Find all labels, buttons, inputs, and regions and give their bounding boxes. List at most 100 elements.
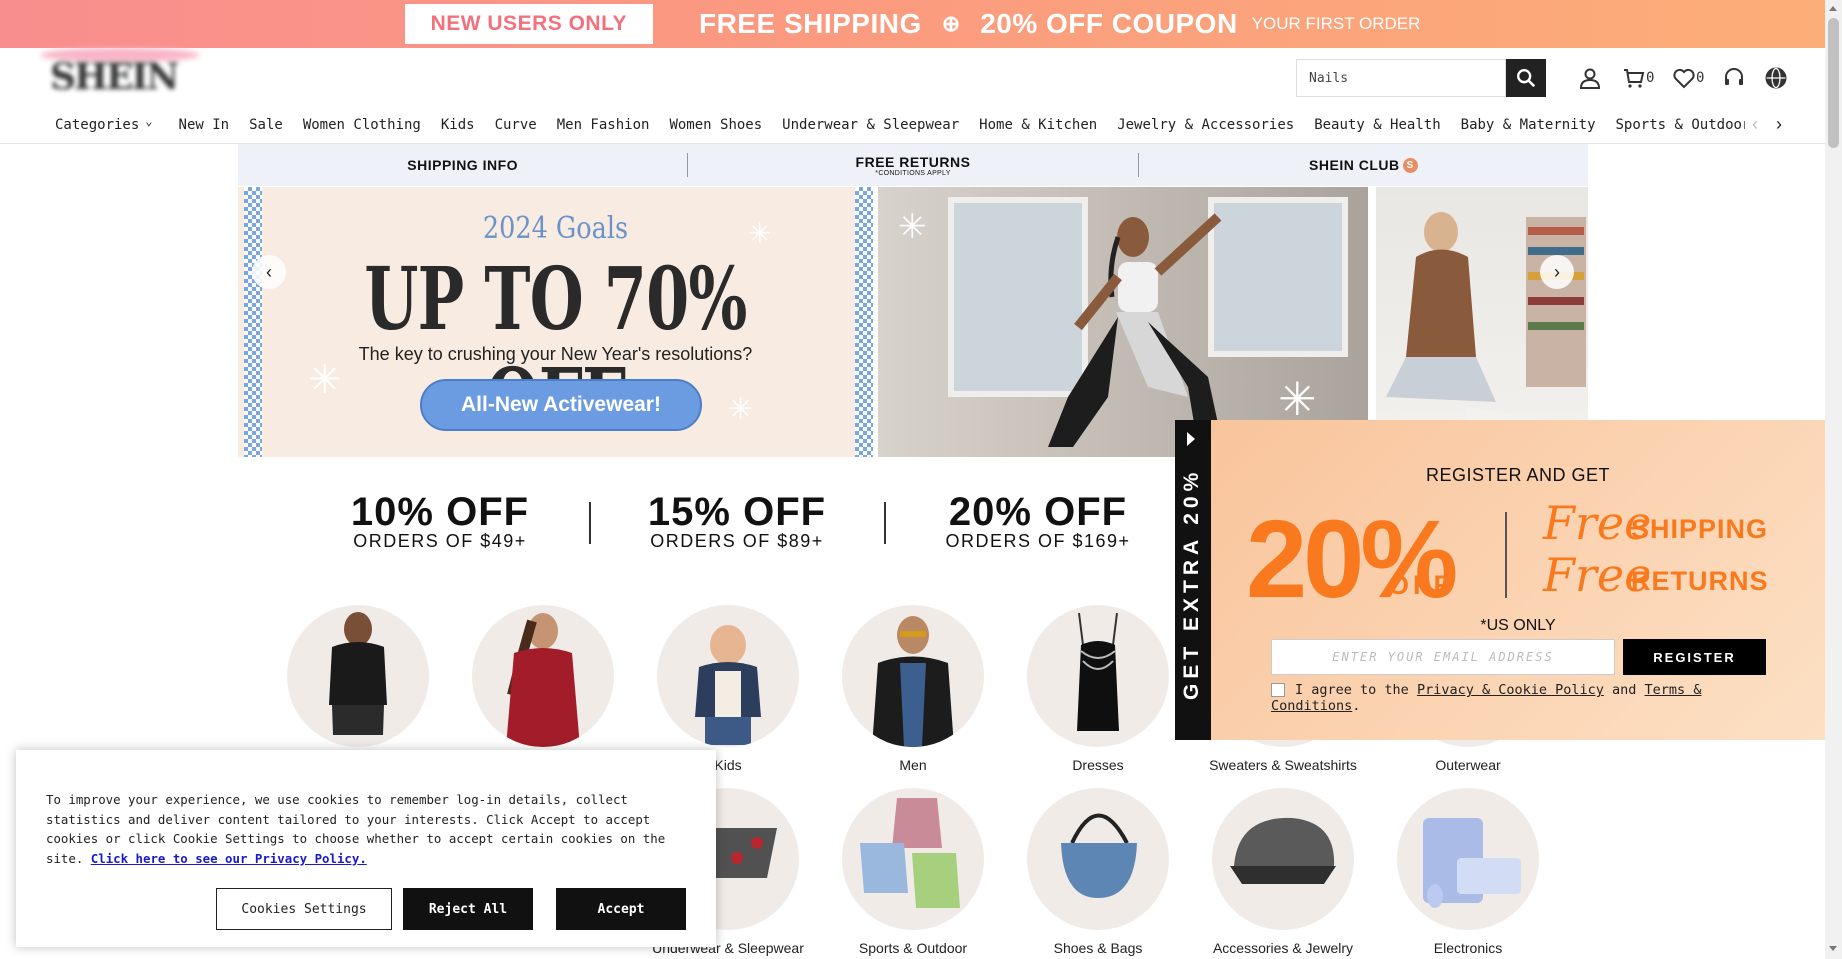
page-scrollbar[interactable] [1825,0,1842,959]
cart-button[interactable]: 0 [1622,64,1654,92]
checker-border [855,187,873,457]
nav-item[interactable]: Beauty & Health [1314,117,1440,133]
nav-item[interactable]: Men Fashion [557,117,650,133]
scroll-up-icon[interactable] [1829,6,1837,11]
language-button[interactable] [1764,64,1788,92]
category-image [287,605,429,747]
nav-item[interactable]: Women Shoes [669,117,762,133]
category-item-accessories[interactable]: Accessories & Jewelry [1203,788,1363,956]
divider [589,502,591,544]
wishlist-count: 0 [1696,70,1705,86]
accept-button[interactable]: Accept [556,888,686,930]
search-input[interactable] [1296,59,1506,97]
nav-item[interactable]: Sale [249,117,283,133]
discount-tier-2[interactable]: 15% OFF ORDERS OF $89+ [597,490,877,552]
shein-club-label: SHEIN CLUB [1309,156,1400,173]
category-image [1027,788,1169,930]
search-icon [1517,69,1536,88]
reject-all-button[interactable]: Reject All [403,888,533,930]
sparkle-icon: ✳ [748,218,772,249]
category-item-electronics[interactable]: Electronics [1388,788,1548,956]
nav-item[interactable]: Home & Kitchen [979,117,1097,133]
category-image [842,788,984,930]
category-image [1397,788,1539,930]
cart-icon [1624,69,1645,88]
support-button[interactable] [1722,64,1746,92]
popup-collapse-tab[interactable]: GET EXTRA 20% [1175,420,1211,740]
discount-tier-3[interactable]: 20% OFF ORDERS OF $169+ [898,490,1178,552]
nav-item[interactable]: Curve [495,117,537,133]
category-item[interactable] [463,605,623,757]
returns-conditions: *CONDITIONS APPLY [875,169,951,177]
user-icon [1579,68,1601,89]
category-item-sports[interactable]: Sports & Outdoor [833,788,993,956]
cookie-text: To improve your experience, we use cooki… [46,790,696,868]
nav-item[interactable]: New In [179,117,230,133]
category-item-dresses[interactable]: Dresses [1018,605,1178,773]
search-button[interactable] [1506,59,1546,97]
scroll-down-icon[interactable] [1829,946,1837,951]
nav-item[interactable]: Categories [55,117,139,133]
category-image [657,605,799,747]
category-item-kids[interactable]: Kids [648,605,808,773]
divider [884,502,886,544]
free-shipping-word: SHIPPING [1631,514,1769,544]
nav-item[interactable]: Women Clothing [303,117,421,133]
cart-count: 0 [1646,70,1655,86]
category-image [1027,605,1169,747]
hero-carousel[interactable]: 2024 Goals UP TO 70% OFF The key to crus… [238,187,1588,457]
cookie-settings-button[interactable]: Cookies Settings [216,888,392,930]
extra-discount-text: GET EXTRA 20% [1180,467,1203,700]
nav-next-icon[interactable]: › [1776,114,1782,135]
checker-border [244,187,262,457]
discount-tier-1[interactable]: 10% OFF ORDERS OF $49+ [300,490,580,552]
nav-item[interactable]: Baby & Maternity [1461,117,1596,133]
carousel-next-button[interactable]: › [1540,255,1574,289]
register-button[interactable]: REGISTER [1623,639,1766,675]
hero-photo-activewear[interactable]: ✳ ✳ [878,187,1368,457]
promo-banner[interactable]: NEW USERS ONLY FREE SHIPPING ⊕ 20% OFF C… [0,0,1825,48]
shein-club-link[interactable]: SHEIN CLUB S [1139,144,1588,186]
activewear-button[interactable]: All-New Activewear! [420,379,702,431]
new-users-badge: NEW USERS ONLY [404,4,653,44]
nav-prev-icon[interactable]: ‹ [1752,114,1758,135]
headset-icon [1725,68,1743,85]
nav-item[interactable]: Jewelry & Accessories [1117,117,1294,133]
nav-item[interactable]: Kids [441,117,475,133]
agree-period: . [1352,698,1361,714]
globe-icon [1765,67,1787,89]
category-item-men[interactable]: Men [833,605,993,773]
email-input[interactable]: ENTER YOUR EMAIL ADDRESS [1271,639,1615,675]
account-button[interactable] [1578,64,1602,92]
nav-item[interactable]: Underwear & Sleepwear [782,117,959,133]
category-item-shoes-bags[interactable]: Shoes & Bags [1018,788,1178,956]
sparkle-icon: ✳ [898,208,927,246]
wishlist-button[interactable]: 0 [1672,64,1704,92]
category-label: Sports & Outdoor [858,940,968,956]
carousel-prev-button[interactable]: ‹ [252,255,286,289]
site-logo[interactable]: SHEIN [50,56,200,104]
scrollbar-thumb[interactable] [1828,18,1839,148]
club-badge-icon: S [1402,158,1418,174]
category-image [842,605,984,747]
free-returns-word: RETURNS [1631,566,1769,596]
category-item[interactable] [278,605,438,757]
chevron-right-icon: › [1554,261,1560,282]
agree-prefix: I agree to the [1295,682,1409,698]
discount-threshold: ORDERS OF $89+ [650,531,824,551]
hero-photo-loungewear[interactable] [1376,187,1588,457]
privacy-policy-link[interactable]: Privacy & Cookie Policy [1417,682,1604,698]
model-figure [1048,213,1223,447]
nav-item[interactable]: Sports & Outdoors [1616,117,1746,133]
heart-icon [1673,68,1695,89]
free-returns-link[interactable]: FREE RETURNS *CONDITIONS APPLY [688,144,1137,186]
nav-items: Categories ⌄ New In Sale Women Clothing Kids C… [55,117,1745,133]
hero-promo-panel[interactable]: 2024 Goals UP TO 70% OFF The key to crus… [238,187,873,457]
chevron-down-icon: ⌄ [145,117,153,128]
category-nav: Categories ⌄ New In Sale Women Clothing Kids C… [0,108,1825,144]
shipping-info-link[interactable]: SHIPPING INFO [238,144,687,186]
info-bar: SHIPPING INFO FREE RETURNS *CONDITIONS A… [238,144,1588,186]
divider [1505,512,1507,598]
privacy-policy-link[interactable]: Click here to see our Privacy Policy. [91,851,367,866]
lounge-figure [1386,212,1586,457]
